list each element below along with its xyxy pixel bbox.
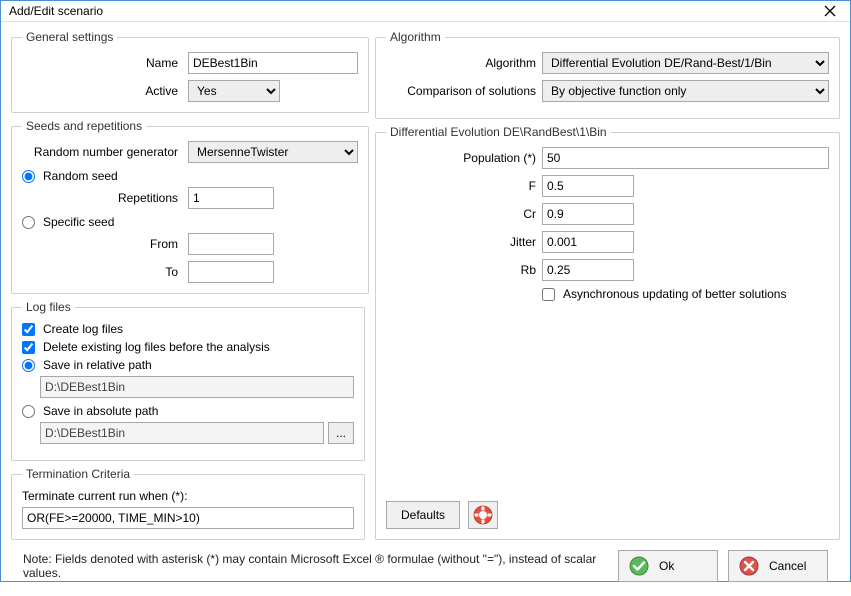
rng-select[interactable]: MersenneTwister [188,141,358,163]
window-title: Add/Edit scenario [9,4,818,18]
algorithm-label: Algorithm [386,56,536,70]
footer-note: Note: Fields denoted with asterisk (*) m… [23,552,608,580]
rb-input[interactable] [542,259,634,281]
cr-label: Cr [386,207,536,221]
population-input[interactable] [542,147,829,169]
create-log-checkbox[interactable] [22,323,35,336]
from-input[interactable] [188,233,274,255]
content-area: General settings Name Active Yes Seeds a… [1,22,850,596]
delete-log-checkbox[interactable] [22,341,35,354]
de-params-group: Differential Evolution DE\RandBest\1\Bin… [375,125,840,540]
name-label: Name [22,56,182,70]
f-label: F [386,179,536,193]
random-seed-label: Random seed [43,169,118,183]
to-label: To [22,265,182,279]
absolute-path-input[interactable] [40,422,324,444]
algorithm-legend: Algorithm [386,30,445,44]
create-log-label: Create log files [43,322,123,336]
to-input[interactable] [188,261,274,283]
active-label: Active [22,84,182,98]
ok-icon [629,556,649,576]
titlebar: Add/Edit scenario [1,1,850,22]
async-label: Asynchronous updating of better solution… [563,287,786,301]
rng-label: Random number generator [22,145,182,159]
population-label: Population (*) [386,151,536,165]
footer: Note: Fields denoted with asterisk (*) m… [11,540,840,592]
dialog-window: Add/Edit scenario General settings Name … [0,0,851,582]
ok-button[interactable]: Ok [618,550,718,582]
de-params-legend: Differential Evolution DE\RandBest\1\Bin [386,125,611,139]
save-absolute-label: Save in absolute path [43,404,158,418]
comparison-label: Comparison of solutions [386,84,536,98]
termination-input[interactable] [22,507,354,529]
browse-label: ... [336,426,346,440]
from-label: From [22,237,182,251]
close-button[interactable] [818,1,842,21]
termination-label: Terminate current run when (*): [22,489,354,503]
comparison-select[interactable]: By objective function only [542,80,829,102]
jitter-label: Jitter [386,235,536,249]
general-settings-group: General settings Name Active Yes [11,30,369,113]
f-input[interactable] [542,175,634,197]
cr-input[interactable] [542,203,634,225]
random-seed-radio[interactable] [22,170,35,183]
delete-log-label: Delete existing log files before the ana… [43,340,270,354]
relative-path-input[interactable] [40,376,354,398]
async-checkbox[interactable] [542,288,555,301]
specific-seed-label: Specific seed [43,215,114,229]
close-icon [824,5,836,17]
save-relative-radio[interactable] [22,359,35,372]
repetitions-label: Repetitions [22,191,182,205]
cancel-icon [739,556,759,576]
algorithm-select[interactable]: Differential Evolution DE/Rand-Best/1/Bi… [542,52,829,74]
jitter-input[interactable] [542,231,634,253]
defaults-button[interactable]: Defaults [386,501,460,529]
name-input[interactable] [188,52,358,74]
general-settings-legend: General settings [22,30,117,44]
termination-legend: Termination Criteria [22,467,134,481]
log-files-legend: Log files [22,300,75,314]
seeds-group: Seeds and repetitions Random number gene… [11,119,369,294]
save-absolute-radio[interactable] [22,405,35,418]
browse-button[interactable]: ... [328,422,354,444]
help-button[interactable] [468,501,498,529]
termination-group: Termination Criteria Terminate current r… [11,467,365,540]
seeds-legend: Seeds and repetitions [22,119,146,133]
algorithm-group: Algorithm Algorithm Differential Evoluti… [375,30,840,119]
save-relative-label: Save in relative path [43,358,152,372]
cancel-button[interactable]: Cancel [728,550,828,582]
active-select[interactable]: Yes [188,80,280,102]
log-files-group: Log files Create log files Delete existi… [11,300,365,461]
specific-seed-radio[interactable] [22,216,35,229]
lifebuoy-icon [473,505,493,525]
rb-label: Rb [386,263,536,277]
repetitions-input[interactable] [188,187,274,209]
